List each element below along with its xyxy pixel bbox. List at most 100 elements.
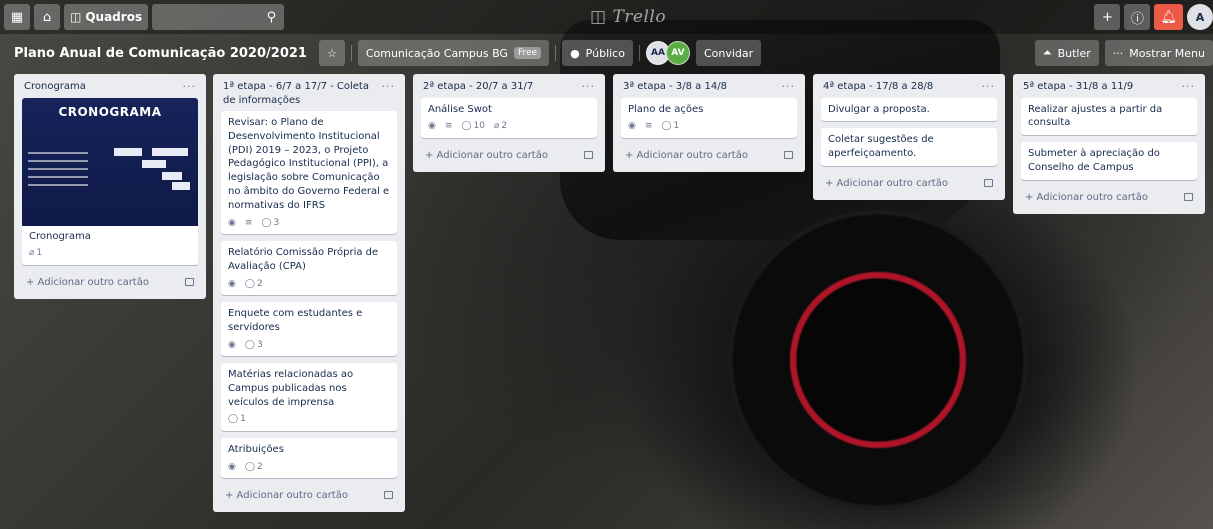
comment-icon: ◯: [661, 121, 672, 132]
card-title: Plano de ações: [628, 103, 704, 115]
background-camera-lens: [728, 210, 1028, 510]
add-card-label: + Adicionar outro cartão: [1025, 191, 1148, 203]
grid-icon: ▦: [10, 9, 24, 25]
boards-label: Quadros: [85, 10, 143, 24]
user-avatar[interactable]: A: [1187, 4, 1213, 30]
list-menu-icon[interactable]: ···: [382, 80, 396, 93]
comment-count: 2: [256, 278, 263, 289]
card[interactable]: Coletar sugestões de aperfeiçoamento.: [821, 128, 997, 166]
comment-icon: ◯: [228, 414, 239, 425]
show-menu-button[interactable]: ··· Mostrar Menu: [1104, 40, 1213, 66]
card-badges: ◉ ◯ 2: [228, 461, 390, 473]
list-menu-icon[interactable]: ···: [183, 80, 197, 93]
add-card-button[interactable]: + Adicionar outro cartão: [1021, 187, 1197, 208]
add-card-label: + Adicionar outro cartão: [425, 149, 548, 161]
card-badges: ◯ 1: [228, 413, 390, 425]
card[interactable]: Plano de ações ◉ ≡ ◯ 1: [621, 97, 797, 138]
card[interactable]: Relatório Comissão Própria de Avaliação …: [221, 240, 397, 295]
home-icon: ⌂: [42, 9, 52, 25]
template-icon[interactable]: [984, 179, 993, 188]
comment-count: 10: [473, 121, 485, 132]
list-menu-icon[interactable]: ···: [982, 80, 996, 93]
apps-grid-button[interactable]: ▦: [4, 4, 30, 30]
card[interactable]: Divulgar a proposta.: [821, 97, 997, 122]
cover-bar: [172, 181, 190, 190]
list-title[interactable]: 5ª etapa - 31/8 a 11/9: [1023, 80, 1133, 94]
description-icon: ≡: [644, 121, 653, 132]
home-button[interactable]: ⌂: [34, 4, 60, 30]
card-title: Divulgar a proposta.: [828, 103, 930, 115]
info-icon: ⓘ: [1130, 11, 1144, 27]
add-card-button[interactable]: + Adicionar outro cartão: [621, 145, 797, 166]
card[interactable]: Análise Swot ◉ ≡ ◯ 10 ⌀ 2: [421, 97, 597, 138]
card[interactable]: Enquete com estudantes e servidores ◉ ◯ 3: [221, 301, 397, 356]
cover-title: CRONOGRAMA: [58, 104, 162, 119]
team-button[interactable]: Comunicação Campus BG Free: [357, 40, 550, 66]
list-menu-icon[interactable]: ···: [1182, 80, 1196, 93]
board-members: AA AV: [645, 41, 690, 65]
card-badges: ◉ ◯ 2: [228, 278, 390, 290]
board-title[interactable]: Plano Anual de Comunicação 2020/2021: [14, 46, 307, 61]
list-title[interactable]: Cronograma: [24, 80, 86, 94]
attachment-count: 1: [36, 248, 43, 259]
add-card-button[interactable]: + Adicionar outro cartão: [22, 272, 198, 293]
comment-count: 1: [673, 121, 680, 132]
member-avatar[interactable]: AV: [665, 41, 690, 65]
watch-icon: ◉: [428, 121, 436, 132]
card-title: Coletar sugestões de aperfeiçoamento.: [828, 134, 934, 160]
list-menu-icon[interactable]: ···: [782, 80, 796, 93]
comment-badge: ◯ 1: [661, 120, 679, 132]
divider: [350, 45, 352, 61]
attachment-badge: ⌀ 2: [494, 120, 507, 132]
visibility-button[interactable]: ● Público: [562, 40, 633, 66]
add-card-button[interactable]: + Adicionar outro cartão: [421, 145, 597, 166]
boards-button[interactable]: ◫ Quadros: [64, 4, 149, 30]
butler-button[interactable]: ⏶ Butler: [1034, 40, 1099, 66]
comment-icon: ◯: [461, 121, 472, 132]
description-icon: ≡: [444, 121, 453, 132]
watch-icon: ◉: [628, 121, 636, 132]
template-icon[interactable]: [784, 151, 793, 160]
comment-badge: ◯ 3: [245, 339, 263, 351]
add-card-button[interactable]: + Adicionar outro cartão: [221, 485, 397, 506]
bell-icon: 🔔︎: [1160, 9, 1177, 25]
template-icon[interactable]: [185, 278, 194, 287]
notifications-button[interactable]: 🔔︎: [1154, 4, 1183, 30]
template-icon[interactable]: [1184, 193, 1193, 202]
comment-count: 3: [273, 217, 280, 228]
list-cronograma: Cronograma ··· CRONOGRAMA Cronograma ⌀ 1 …: [14, 74, 206, 299]
list-header: 1ª etapa - 6/7 a 17/7 - Coleta de inform…: [221, 74, 397, 111]
search-icon: ⚲: [266, 9, 277, 25]
add-card-button[interactable]: + Adicionar outro cartão: [821, 173, 997, 194]
trello-logo[interactable]: ◫ Trello: [590, 7, 666, 27]
cover-bar: [114, 147, 142, 156]
header-actions: + ⓘ 🔔︎ A: [1094, 4, 1213, 30]
logo-text: Trello: [612, 7, 667, 27]
list-header: 2ª etapa - 20/7 a 31/7 ···: [421, 74, 597, 98]
card[interactable]: Submeter à apreciação do Conselho de Cam…: [1021, 142, 1197, 180]
board-header: Plano Anual de Comunicação 2020/2021 ☆ C…: [0, 38, 1213, 68]
card-title: Submeter à apreciação do Conselho de Cam…: [1028, 148, 1160, 173]
list-title[interactable]: 2ª etapa - 20/7 a 31/7: [423, 80, 533, 94]
invite-button[interactable]: Convidar: [695, 40, 762, 66]
list-title[interactable]: 3ª etapa - 3/8 a 14/8: [623, 80, 727, 94]
search-input[interactable]: ⚲: [152, 4, 285, 30]
card[interactable]: Realizar ajustes a partir da consulta: [1021, 97, 1197, 136]
card[interactable]: Atribuições ◉ ◯ 2: [221, 437, 397, 478]
list-etapa-3: 3ª etapa - 3/8 a 14/8 ··· Plano de ações…: [613, 74, 805, 172]
card[interactable]: Revisar: o Plano de Desenvolvimento Inst…: [221, 111, 397, 234]
list-title[interactable]: 1ª etapa - 6/7 a 17/7 - Coleta de inform…: [223, 80, 376, 107]
list-etapa-2: 2ª etapa - 20/7 a 31/7 ··· Análise Swot …: [413, 74, 605, 172]
attachment-badge: ⌀ 1: [29, 247, 42, 259]
create-button[interactable]: +: [1094, 4, 1121, 30]
paperclip-icon: ⌀: [493, 121, 500, 132]
template-icon[interactable]: [384, 491, 393, 500]
template-icon[interactable]: [584, 151, 593, 160]
watch-icon: ◉: [228, 339, 236, 350]
list-title[interactable]: 4ª etapa - 17/8 a 28/8: [823, 80, 933, 94]
card[interactable]: Matérias relacionadas ao Campus publicad…: [221, 362, 397, 431]
info-button[interactable]: ⓘ: [1124, 4, 1151, 30]
card[interactable]: CRONOGRAMA Cronograma ⌀ 1: [22, 97, 198, 265]
star-button[interactable]: ☆: [318, 40, 345, 66]
list-menu-icon[interactable]: ···: [582, 80, 596, 93]
